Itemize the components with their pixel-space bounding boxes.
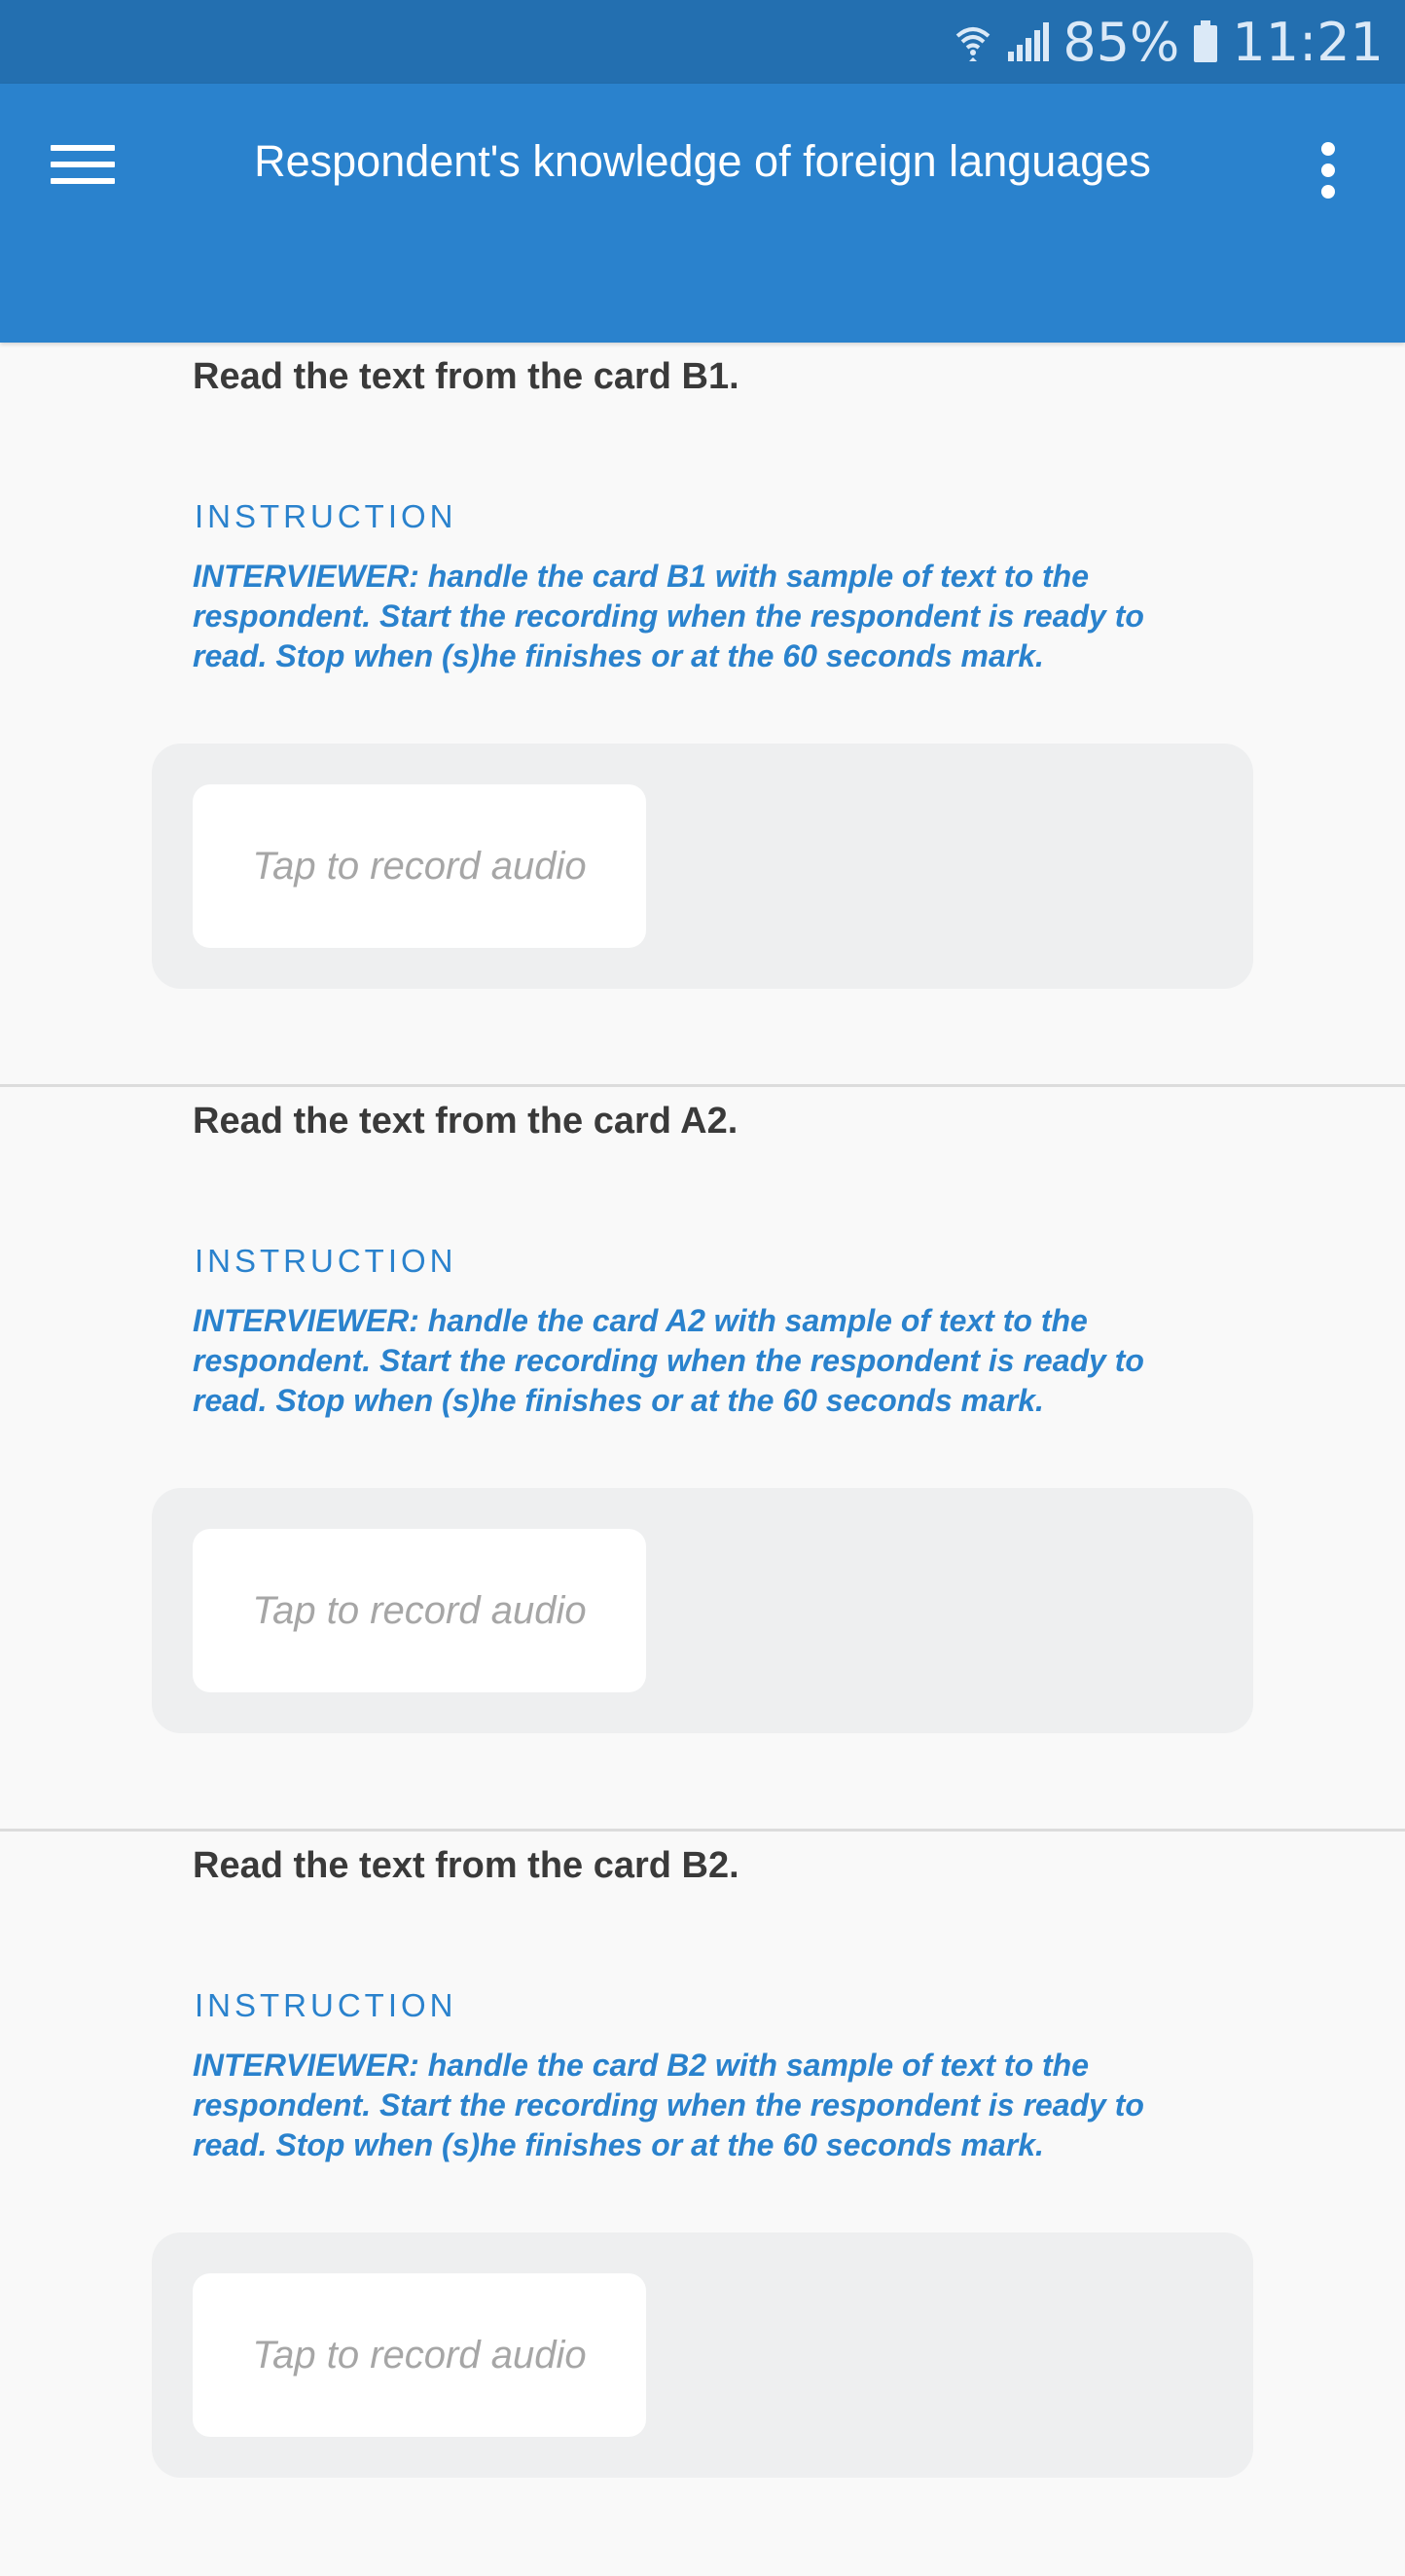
question-card: Read the text from the card B1. INSTRUCT… [0,343,1405,1087]
instruction-text: INTERVIEWER: handle the card B2 with sam… [193,2048,1144,2162]
instruction-label: INSTRUCTION [195,1243,457,1279]
answer-panel: Tap to record audio [152,744,1253,989]
instruction-text: INTERVIEWER: handle the card A2 with sam… [193,1303,1144,1418]
instruction-label: INSTRUCTION [195,498,457,534]
battery-percent: 85% [1063,11,1180,73]
status-indicators: 85% 11:21 [954,0,1384,84]
instruction-text: INTERVIEWER: handle the card B1 with sam… [193,559,1144,673]
question-card: Read the text from the card B2. INSTRUCT… [0,1832,1405,2576]
question-title: Read the text from the card B1. [193,356,739,397]
hamburger-menu-icon[interactable] [51,139,115,188]
more-vert-icon[interactable] [1304,136,1352,204]
question-card: Read the text from the card A2. INSTRUCT… [0,1087,1405,1832]
question-title: Read the text from the card A2. [193,1101,739,1142]
record-audio-button[interactable]: Tap to record audio [193,784,646,948]
record-audio-button[interactable]: Tap to record audio [193,1529,646,1692]
app-bar [0,84,1405,343]
status-bar: 85% 11:21 [0,0,1405,84]
cell-signal-icon [1006,22,1050,61]
instruction-label: INSTRUCTION [195,1987,457,2023]
wifi-icon [954,20,992,63]
clock: 11:21 [1232,11,1384,73]
battery-icon [1193,20,1218,63]
page-title: Respondent's knowledge of foreign langua… [254,136,1151,186]
answer-panel: Tap to record audio [152,1488,1253,1733]
record-audio-button[interactable]: Tap to record audio [193,2273,646,2437]
question-title: Read the text from the card B2. [193,1845,739,1886]
answer-panel: Tap to record audio [152,2232,1253,2478]
question-list: Read the text from the card B1. INSTRUCT… [0,343,1405,2576]
